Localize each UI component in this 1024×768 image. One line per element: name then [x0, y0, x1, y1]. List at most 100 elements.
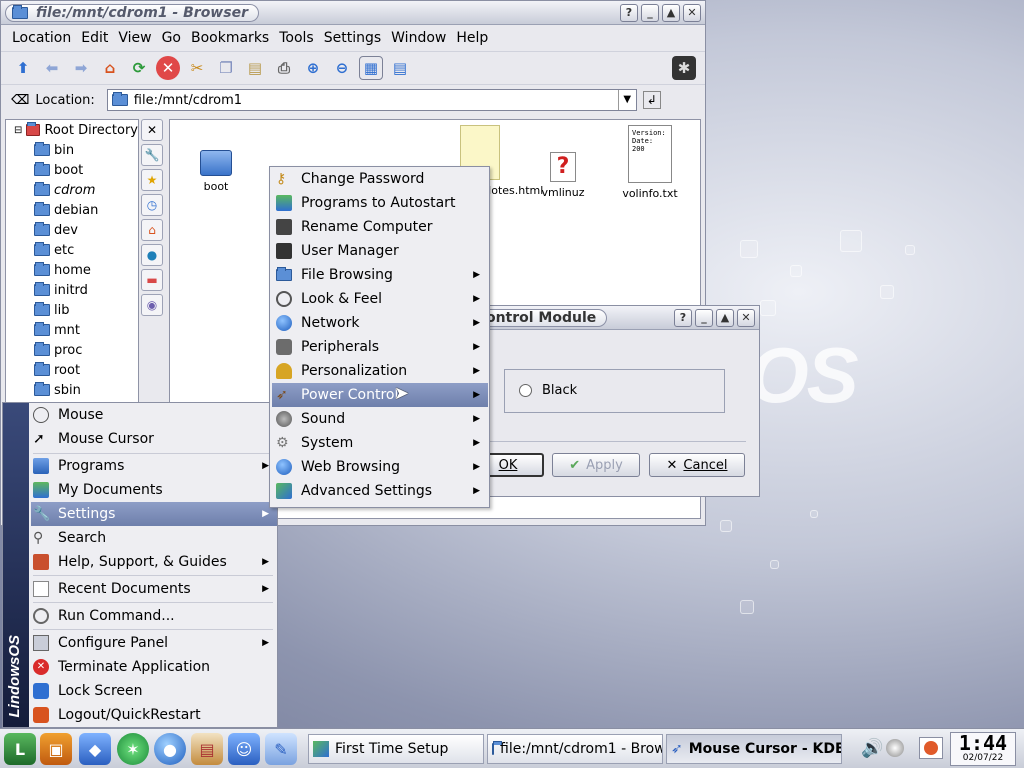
kmenu-item-run-command[interactable]: Run Command... — [31, 604, 277, 628]
tree-item[interactable]: mnt — [6, 320, 138, 340]
settings-item-web-browsing[interactable]: Web Browsing ▶ — [272, 455, 488, 479]
detail-view-icon[interactable]: ▤ — [388, 56, 412, 80]
my-computer-icon[interactable]: ◆ — [79, 733, 111, 765]
settings-item-peripherals[interactable]: Peripherals ▶ — [272, 335, 488, 359]
clear-location-icon[interactable]: ⌫ — [11, 93, 29, 108]
root-folder-icon[interactable]: ▬ — [141, 269, 163, 291]
help-button[interactable]: ? — [674, 308, 692, 327]
settings-item-personalization[interactable]: Personalization ▶ — [272, 359, 488, 383]
tree-item[interactable]: home — [6, 260, 138, 280]
tree-item[interactable]: initrd — [6, 280, 138, 300]
maximize-button[interactable]: ▲ — [716, 308, 734, 327]
minimize-button[interactable]: _ — [641, 3, 659, 22]
forward-arrow-icon[interactable]: ➡ — [69, 56, 93, 80]
print-icon[interactable]: ⎙ — [272, 56, 296, 80]
tree-item[interactable]: boot — [6, 160, 138, 180]
tree-item[interactable]: sbin — [6, 380, 138, 400]
close-button[interactable]: ✕ — [737, 308, 755, 327]
settings-item-system[interactable]: ⚙ System ▶ — [272, 431, 488, 455]
menu-edit[interactable]: Edit — [76, 30, 113, 46]
stop-icon[interactable]: ✕ — [156, 56, 180, 80]
kmenu-item-my-documents[interactable]: My Documents — [31, 478, 277, 502]
lindows-help-icon[interactable]: ☺ — [228, 733, 260, 765]
update-icon[interactable] — [886, 739, 904, 757]
web-browser-icon[interactable]: ● — [154, 733, 186, 765]
settings-item-power-control[interactable]: ➶ Power Control ▶ — [272, 383, 488, 407]
settings-item-look-feel[interactable]: Look & Feel ▶ — [272, 287, 488, 311]
write-icon[interactable]: ✎ — [265, 733, 297, 765]
settings-item-file-browsing[interactable]: File Browsing ▶ — [272, 263, 488, 287]
menu-view[interactable]: View — [113, 30, 156, 46]
kmenu-item-mouse-cursor[interactable]: ➚ Mouse Cursor — [31, 427, 277, 451]
kmenu-item-mouse[interactable]: Mouse — [31, 403, 277, 427]
click-n-run-icon[interactable]: ▣ — [40, 733, 72, 765]
location-input[interactable]: file:/mnt/cdrom1 ▼ — [106, 89, 637, 111]
menu-help[interactable]: Help — [451, 30, 493, 46]
up-arrow-icon[interactable]: ⬆ — [11, 56, 35, 80]
settings-item-change-password[interactable]: ⚷ Change Password — [272, 167, 488, 191]
file-manager-icon[interactable]: ▤ — [191, 733, 223, 765]
help-button[interactable]: ? — [620, 3, 638, 22]
menu-tools[interactable]: Tools — [274, 30, 319, 46]
expand-icon[interactable]: ⊟ — [14, 125, 22, 136]
services-icon[interactable]: ◉ — [141, 294, 163, 316]
settings-item-rename-computer[interactable]: Rename Computer — [272, 215, 488, 239]
menu-bookmarks[interactable]: Bookmarks — [186, 30, 274, 46]
minimize-button[interactable]: _ — [695, 308, 713, 327]
maximize-button[interactable]: ▲ — [662, 3, 680, 22]
file-item-volinfo[interactable]: Version: Date: 200 volinfo.txt — [610, 125, 690, 200]
apply-button[interactable]: ✔ Apply — [552, 453, 640, 477]
zoom-in-icon[interactable]: ⊕ — [301, 56, 325, 80]
close-button[interactable]: ✕ — [683, 3, 701, 22]
kmenu-item-terminate[interactable]: ✕ Terminate Application — [31, 655, 277, 679]
menu-window[interactable]: Window — [386, 30, 451, 46]
browser-titlebar[interactable]: file:/mnt/cdrom1 - Browser ? _ ▲ ✕ — [1, 1, 705, 25]
tree-item[interactable]: bin — [6, 140, 138, 160]
kmenu-item-logout[interactable]: Logout/QuickRestart — [31, 703, 277, 727]
gear-icon[interactable]: ✱ — [672, 56, 696, 80]
tree-item[interactable]: lib — [6, 300, 138, 320]
wrench-icon[interactable]: 🔧 — [141, 144, 163, 166]
tree-item[interactable]: etc — [6, 240, 138, 260]
task-file-browser[interactable]: file:/mnt/cdrom1 - Brow — [487, 734, 663, 764]
settings-item-advanced[interactable]: Advanced Settings ▶ — [272, 479, 488, 503]
kmenu-item-recent-documents[interactable]: Recent Documents ▶ — [31, 577, 277, 601]
settings-item-autostart[interactable]: Programs to Autostart — [272, 191, 488, 215]
home-icon[interactable]: ⌂ — [98, 56, 122, 80]
bookmark-star-icon[interactable]: ★ — [141, 169, 163, 191]
lindows-run-icon[interactable]: ✶ — [117, 733, 149, 765]
task-first-time-setup[interactable]: First Time Setup — [308, 734, 484, 764]
cursor-option-black[interactable]: Black — [519, 383, 577, 398]
file-item-boot[interactable]: boot — [176, 150, 256, 193]
tree-item[interactable]: dev — [6, 220, 138, 240]
tree-item[interactable]: root — [6, 360, 138, 380]
radio-icon[interactable] — [519, 384, 532, 397]
kmenu-item-configure-panel[interactable]: Configure Panel ▶ — [31, 631, 277, 655]
menu-go[interactable]: Go — [157, 30, 186, 46]
tree-item[interactable]: proc — [6, 340, 138, 360]
clock[interactable]: 1:44 02/07/22 — [950, 732, 1016, 766]
logout-icon[interactable] — [919, 737, 943, 759]
kmenu-item-search[interactable]: ⚲ Search — [31, 526, 277, 550]
tree-item[interactable]: cdrom — [6, 180, 138, 200]
task-mouse-cursor[interactable]: ➶ Mouse Cursor - KDE — [666, 734, 842, 764]
copy-icon[interactable]: ❐ — [214, 56, 238, 80]
settings-item-user-manager[interactable]: User Manager — [272, 239, 488, 263]
go-icon[interactable]: ↲ — [642, 91, 661, 109]
cut-icon[interactable]: ✂ — [185, 56, 209, 80]
back-arrow-icon[interactable]: ⬅ — [40, 56, 64, 80]
zoom-out-icon[interactable]: ⊖ — [330, 56, 354, 80]
kmenu-item-lock-screen[interactable]: Lock Screen — [31, 679, 277, 703]
menu-location[interactable]: Location — [7, 30, 76, 46]
paste-icon[interactable]: ▤ — [243, 56, 267, 80]
icon-view-icon[interactable]: ▦ — [359, 56, 383, 80]
kmenu-item-settings[interactable]: 🔧 Settings ▶ — [31, 502, 277, 526]
k-menu-button[interactable]: L — [4, 733, 36, 765]
settings-item-sound[interactable]: Sound ▶ — [272, 407, 488, 431]
reload-icon[interactable]: ⟳ — [127, 56, 151, 80]
close-icon[interactable]: ✕ — [141, 119, 163, 141]
tree-item-root[interactable]: ⊟ Root Directory — [6, 120, 138, 140]
location-dropdown-icon[interactable]: ▼ — [617, 90, 636, 110]
home-icon[interactable]: ⌂ — [141, 219, 163, 241]
volume-icon[interactable]: 🔊 — [861, 738, 883, 759]
